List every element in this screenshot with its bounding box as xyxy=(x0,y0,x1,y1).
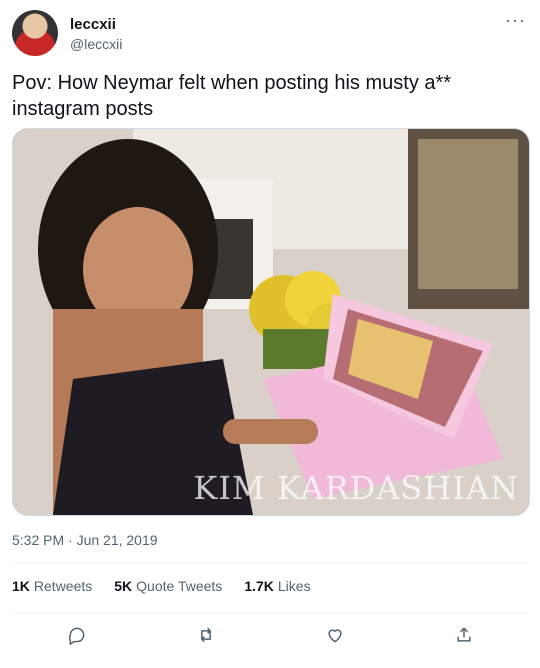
like-icon[interactable] xyxy=(320,620,350,650)
tweet-text: Pov: How Neymar felt when posting his mu… xyxy=(12,72,452,120)
quotes-stat[interactable]: 5K Quote Tweets xyxy=(114,578,222,594)
user-handle[interactable]: @leccxii xyxy=(70,36,122,52)
tweet-stats: 1K Retweets 5K Quote Tweets 1.7K Likes xyxy=(12,578,311,594)
tweet-actions xyxy=(12,620,528,650)
tweet-header: leccxii @leccxii ··· xyxy=(12,10,528,58)
retweets-stat[interactable]: 1K Retweets xyxy=(12,578,92,594)
tweet-media[interactable]: KIM KARDASHIAN xyxy=(12,128,530,516)
user-name[interactable]: leccxii xyxy=(70,16,116,33)
reply-icon[interactable] xyxy=(62,620,92,650)
retweet-icon[interactable] xyxy=(191,620,221,650)
media-watermark: KIM KARDASHIAN xyxy=(193,469,519,507)
avatar[interactable] xyxy=(12,10,58,56)
more-icon[interactable]: ··· xyxy=(505,10,526,31)
divider xyxy=(12,563,528,564)
divider xyxy=(12,612,528,613)
likes-stat[interactable]: 1.7K Likes xyxy=(244,578,310,594)
tweet-timestamp[interactable]: 5:32 PM · Jun 21, 2019 xyxy=(12,532,158,548)
media-image: KIM KARDASHIAN xyxy=(13,129,529,515)
share-icon[interactable] xyxy=(449,620,479,650)
